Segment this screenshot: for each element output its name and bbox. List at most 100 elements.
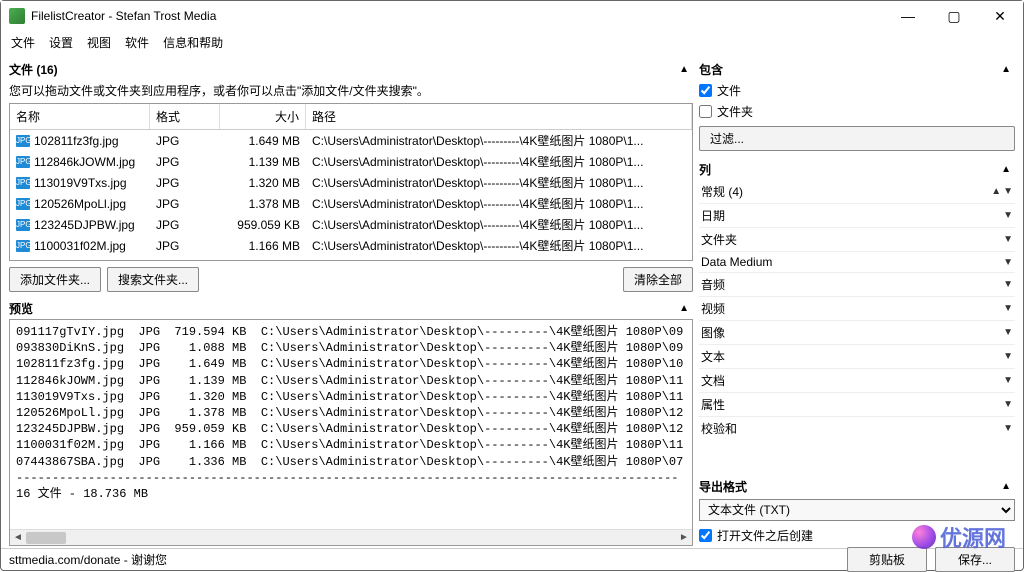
file-size: 1.378 MB <box>220 196 306 212</box>
preview-line: 16 文件 - 18.736 MB <box>16 486 686 502</box>
filter-button[interactable]: 过滤... <box>699 126 1015 151</box>
scroll-thumb[interactable] <box>26 532 66 544</box>
file-size: 1.139 MB <box>220 154 306 170</box>
column-group-label: 文本 <box>701 348 1001 365</box>
file-path: C:\Users\Administrator\Desktop\---------… <box>306 194 692 213</box>
app-window: FilelistCreator - Stefan Trost Media — ▢… <box>0 0 1024 571</box>
column-group[interactable]: Data Medium▼ <box>699 251 1015 272</box>
table-row[interactable]: JPG123245DJPBW.jpgJPG959.059 KBC:\Users\… <box>10 214 692 235</box>
open-after-checkbox[interactable] <box>699 529 712 542</box>
column-group[interactable]: 视频▼ <box>699 296 1015 320</box>
add-folder-button[interactable]: 添加文件夹... <box>9 267 101 292</box>
scroll-track[interactable] <box>26 532 676 544</box>
file-name: 120526MpoLl.jpg <box>34 197 126 211</box>
maximize-button[interactable]: ▢ <box>931 1 977 31</box>
column-group[interactable]: 属性▼ <box>699 392 1015 416</box>
column-group[interactable]: 文件夹▼ <box>699 227 1015 251</box>
column-group[interactable]: 音频▼ <box>699 272 1015 296</box>
column-group-label: 视频 <box>701 300 1001 317</box>
table-row[interactable]: JPG120526MpoLl.jpgJPG1.378 MBC:\Users\Ad… <box>10 193 692 214</box>
column-group[interactable]: 常规 (4)▲▼ <box>699 180 1015 203</box>
preview-box: 091117gTvIY.jpg JPG 719.594 KB C:\Users\… <box>9 319 693 546</box>
table-row[interactable]: JPG102811fz3fg.jpgJPG1.649 MBC:\Users\Ad… <box>10 130 692 151</box>
column-group-label: 音频 <box>701 276 1001 293</box>
menu-item-4[interactable]: 信息和帮助 <box>163 34 223 51</box>
column-group-label: 属性 <box>701 396 1001 413</box>
column-group[interactable]: 文本▼ <box>699 344 1015 368</box>
chevron-down-icon: ▼ <box>1003 399 1013 410</box>
file-path: C:\Users\Administrator\Desktop\---------… <box>306 257 692 260</box>
menu-item-1[interactable]: 设置 <box>49 34 73 51</box>
files-header-label: 文件 (16) <box>9 61 58 78</box>
scroll-right-arrow[interactable]: ► <box>676 532 692 543</box>
table-row[interactable]: JPG1100031f02M.jpgJPG1.166 MBC:\Users\Ad… <box>10 235 692 256</box>
preview-header[interactable]: 预览 ▲ <box>9 298 693 319</box>
include-folder-checkbox[interactable] <box>699 105 712 118</box>
title-bar: FilelistCreator - Stefan Trost Media — ▢… <box>1 1 1023 31</box>
menu-item-0[interactable]: 文件 <box>11 34 35 51</box>
file-name: 102811fz3fg.jpg <box>34 134 119 148</box>
window-title: FilelistCreator - Stefan Trost Media <box>31 9 885 23</box>
caret-up-icon: ▲ <box>991 186 1001 197</box>
menu-item-2[interactable]: 视图 <box>87 34 111 51</box>
col-name[interactable]: 名称 <box>10 104 150 129</box>
collapse-files-icon[interactable]: ▲ <box>675 64 693 75</box>
jpg-icon: JPG <box>16 198 30 210</box>
jpg-icon: JPG <box>16 177 30 189</box>
table-row[interactable]: JPG113019V9Txs.jpgJPG1.320 MBC:\Users\Ad… <box>10 172 692 193</box>
file-name: 123245DJPBW.jpg <box>34 218 135 232</box>
column-group[interactable]: 文档▼ <box>699 368 1015 392</box>
include-header[interactable]: 包含 ▲ <box>699 59 1015 80</box>
preview-hscroll[interactable]: ◄ ► <box>10 529 692 545</box>
files-header[interactable]: 文件 (16) ▲ <box>9 59 693 80</box>
column-group[interactable]: 校验和▼ <box>699 416 1015 440</box>
include-file-row[interactable]: 文件 <box>699 80 1015 101</box>
file-path: C:\Users\Administrator\Desktop\---------… <box>306 131 692 150</box>
file-format: JPG <box>150 154 220 170</box>
collapse-include-icon[interactable]: ▲ <box>997 64 1015 75</box>
output-header[interactable]: 导出格式 ▲ <box>699 476 1015 497</box>
collapse-preview-icon[interactable]: ▲ <box>675 303 693 314</box>
col-path[interactable]: 路径 <box>306 104 692 129</box>
column-group[interactable]: 日期▼ <box>699 203 1015 227</box>
search-folder-button[interactable]: 搜索文件夹... <box>107 267 199 292</box>
file-size: 1.320 MB <box>220 175 306 191</box>
file-size: 1.649 MB <box>220 133 306 149</box>
column-group-label: 常规 (4) <box>701 183 989 200</box>
collapse-columns-icon[interactable]: ▲ <box>997 164 1015 175</box>
window-controls: — ▢ ✕ <box>885 1 1023 31</box>
file-format: JPG <box>150 238 220 254</box>
chevron-down-icon: ▼ <box>1003 234 1013 245</box>
include-folder-label: 文件夹 <box>717 103 753 120</box>
column-group[interactable]: 图像▼ <box>699 320 1015 344</box>
file-size: 959.059 KB <box>220 217 306 233</box>
minimize-button[interactable]: — <box>885 1 931 31</box>
clipboard-button[interactable]: 剪贴板 <box>847 547 927 572</box>
chevron-down-icon: ▼ <box>1003 303 1013 314</box>
preview-text[interactable]: 091117gTvIY.jpg JPG 719.594 KB C:\Users\… <box>10 320 692 529</box>
clear-all-button[interactable]: 清除全部 <box>623 267 693 292</box>
columns-header[interactable]: 列 ▲ <box>699 159 1015 180</box>
output-header-label: 导出格式 <box>699 478 747 495</box>
file-path: C:\Users\Administrator\Desktop\---------… <box>306 152 692 171</box>
table-row[interactable]: JPG112846kJOWM.jpgJPG1.139 MBC:\Users\Ad… <box>10 151 692 172</box>
save-button[interactable]: 保存... <box>935 547 1015 572</box>
output-format-select[interactable]: 文本文件 (TXT) <box>699 499 1015 521</box>
menu-item-3[interactable]: 软件 <box>125 34 149 51</box>
include-file-checkbox[interactable] <box>699 84 712 97</box>
chevron-down-icon: ▼ <box>1003 351 1013 362</box>
file-size: 1.166 MB <box>220 238 306 254</box>
include-folder-row[interactable]: 文件夹 <box>699 101 1015 122</box>
col-size[interactable]: 大小 <box>220 104 306 129</box>
preview-line: 120526MpoLl.jpg JPG 1.378 MB C:\Users\Ad… <box>16 405 686 421</box>
open-after-row[interactable]: 打开文件之后创建 <box>699 525 1015 546</box>
collapse-output-icon[interactable]: ▲ <box>997 481 1015 492</box>
col-format[interactable]: 格式 <box>150 104 220 129</box>
file-table-header: 名称 格式 大小 路径 <box>10 104 692 130</box>
table-row[interactable]: JPG07443867SBA.jpgJPG1.336 MBC:\Users\Ad… <box>10 256 692 260</box>
jpg-icon: JPG <box>16 156 30 168</box>
close-button[interactable]: ✕ <box>977 1 1023 31</box>
jpg-icon: JPG <box>16 219 30 231</box>
preview-line: 112846kJOWM.jpg JPG 1.139 MB C:\Users\Ad… <box>16 373 686 389</box>
scroll-left-arrow[interactable]: ◄ <box>10 532 26 543</box>
